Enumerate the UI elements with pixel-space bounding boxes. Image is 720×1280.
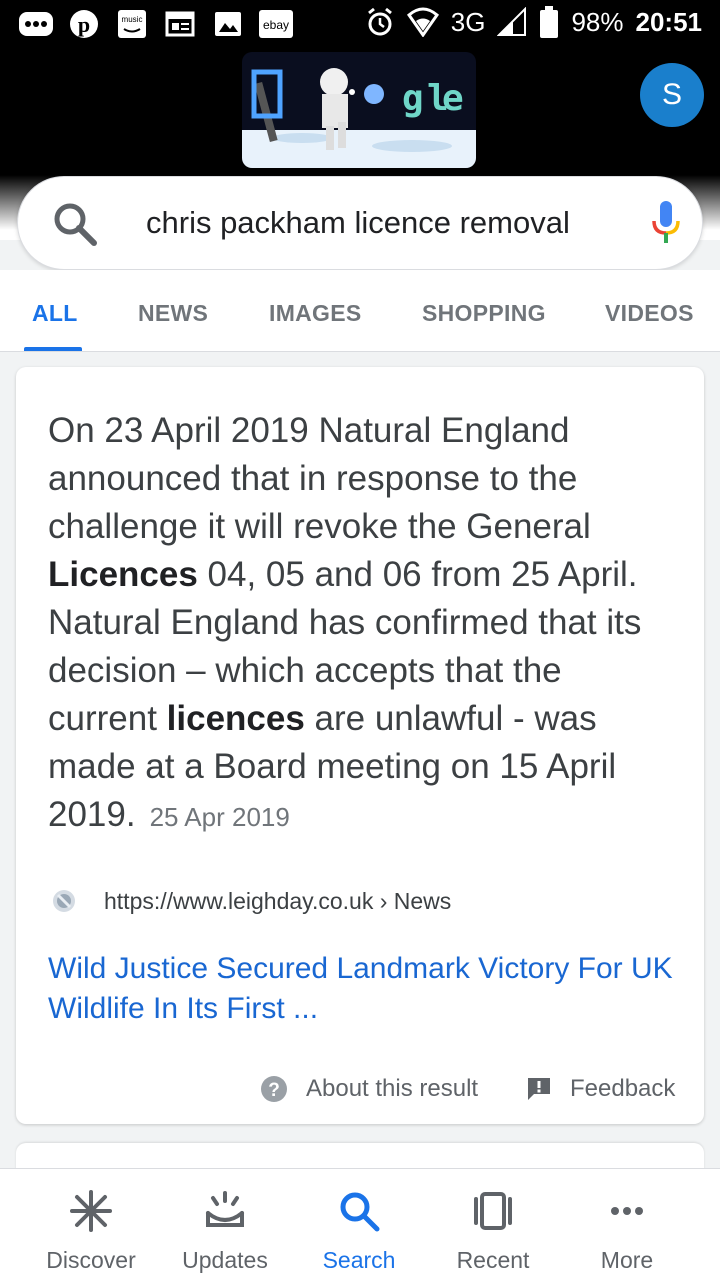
tab-all[interactable]: ALL xyxy=(32,300,78,327)
nav-more-label: More xyxy=(600,1247,654,1273)
nav-search-label: Search xyxy=(322,1247,396,1273)
more-icon xyxy=(18,8,54,40)
battery-percent: 98% xyxy=(571,6,624,37)
search-query[interactable]: chris packham licence removal xyxy=(146,205,570,241)
doodle-text: g xyxy=(402,78,424,119)
signal-icon xyxy=(497,7,527,36)
system-status: 3G 98% 20:51 xyxy=(365,6,702,38)
snippet-text: On 23 April 2019 Natural England announc… xyxy=(48,407,678,841)
tab-shopping[interactable]: SHOPPING xyxy=(422,300,546,327)
nav-more[interactable]: More xyxy=(560,1189,694,1274)
help-icon: ? xyxy=(261,1076,287,1102)
recent-icon xyxy=(474,1192,512,1230)
wifi-icon xyxy=(406,7,439,37)
notification-icons: p music ebay xyxy=(18,8,294,40)
snippet-bold: licences xyxy=(166,699,305,738)
battery-icon xyxy=(540,6,559,38)
search-box[interactable]: chris packham licence removal xyxy=(17,176,703,270)
search-tabs: ALL NEWS IMAGES SHOPPING VIDEOS xyxy=(0,270,720,352)
feedback-button[interactable]: Feedback xyxy=(526,1075,675,1103)
alarm-icon xyxy=(367,7,392,36)
pinterest-icon: p xyxy=(66,8,102,40)
nav-recent-label: Recent xyxy=(456,1247,530,1273)
account-avatar[interactable]: S xyxy=(640,63,704,127)
feedback-icon xyxy=(528,1078,550,1100)
ebay-label: ebay xyxy=(263,18,289,32)
tab-videos[interactable]: VIDEOS xyxy=(605,300,694,327)
search-icon[interactable] xyxy=(52,201,98,247)
svg-text:?: ? xyxy=(268,1080,280,1101)
nav-updates[interactable]: Updates xyxy=(158,1189,292,1274)
updates-icon xyxy=(206,1191,244,1227)
tab-images[interactable]: IMAGES xyxy=(269,300,362,327)
nav-recent[interactable]: Recent xyxy=(426,1189,560,1274)
mic-icon[interactable] xyxy=(646,199,686,247)
nav-updates-label: Updates xyxy=(182,1247,268,1273)
nav-discover-label: Discover xyxy=(46,1247,136,1273)
snippet-part: On 23 April 2019 Natural England announc… xyxy=(48,411,591,546)
search-icon xyxy=(340,1192,380,1232)
discover-icon xyxy=(70,1190,112,1232)
clock: 20:51 xyxy=(635,6,703,37)
music-label: music xyxy=(122,15,143,24)
status-bar: p music ebay 3G 98% 20:51 xyxy=(0,0,720,50)
featured-snippet-card: On 23 April 2019 Natural England announc… xyxy=(16,367,704,1124)
about-this-result-button[interactable]: ? About this result xyxy=(260,1075,478,1103)
bottom-navigation: Discover Updates Search Recent More xyxy=(0,1168,720,1280)
about-label: About this result xyxy=(306,1075,479,1102)
google-doodle[interactable]: g l e xyxy=(242,52,476,168)
nav-search[interactable]: Search xyxy=(292,1189,426,1274)
amazon-music-icon: music xyxy=(114,8,150,40)
gallery-icon xyxy=(210,8,246,40)
snippet-date: 25 Apr 2019 xyxy=(149,802,290,832)
result-title-link[interactable]: Wild Justice Secured Landmark Victory Fo… xyxy=(48,949,678,1029)
ebay-icon: ebay xyxy=(258,8,294,40)
result-url[interactable]: https://www.leighday.co.uk › News xyxy=(104,888,451,915)
news-icon xyxy=(162,8,198,40)
active-tab-indicator xyxy=(24,347,82,351)
tab-news[interactable]: NEWS xyxy=(138,300,208,327)
snippet-bold: Licences xyxy=(48,555,198,594)
feedback-label: Feedback xyxy=(570,1075,676,1102)
svg-text:e: e xyxy=(442,78,464,119)
nav-discover[interactable]: Discover xyxy=(24,1189,158,1274)
svg-text:p: p xyxy=(78,12,90,37)
site-favicon xyxy=(53,890,75,912)
more-icon xyxy=(611,1207,643,1215)
network-type: 3G xyxy=(450,6,486,37)
